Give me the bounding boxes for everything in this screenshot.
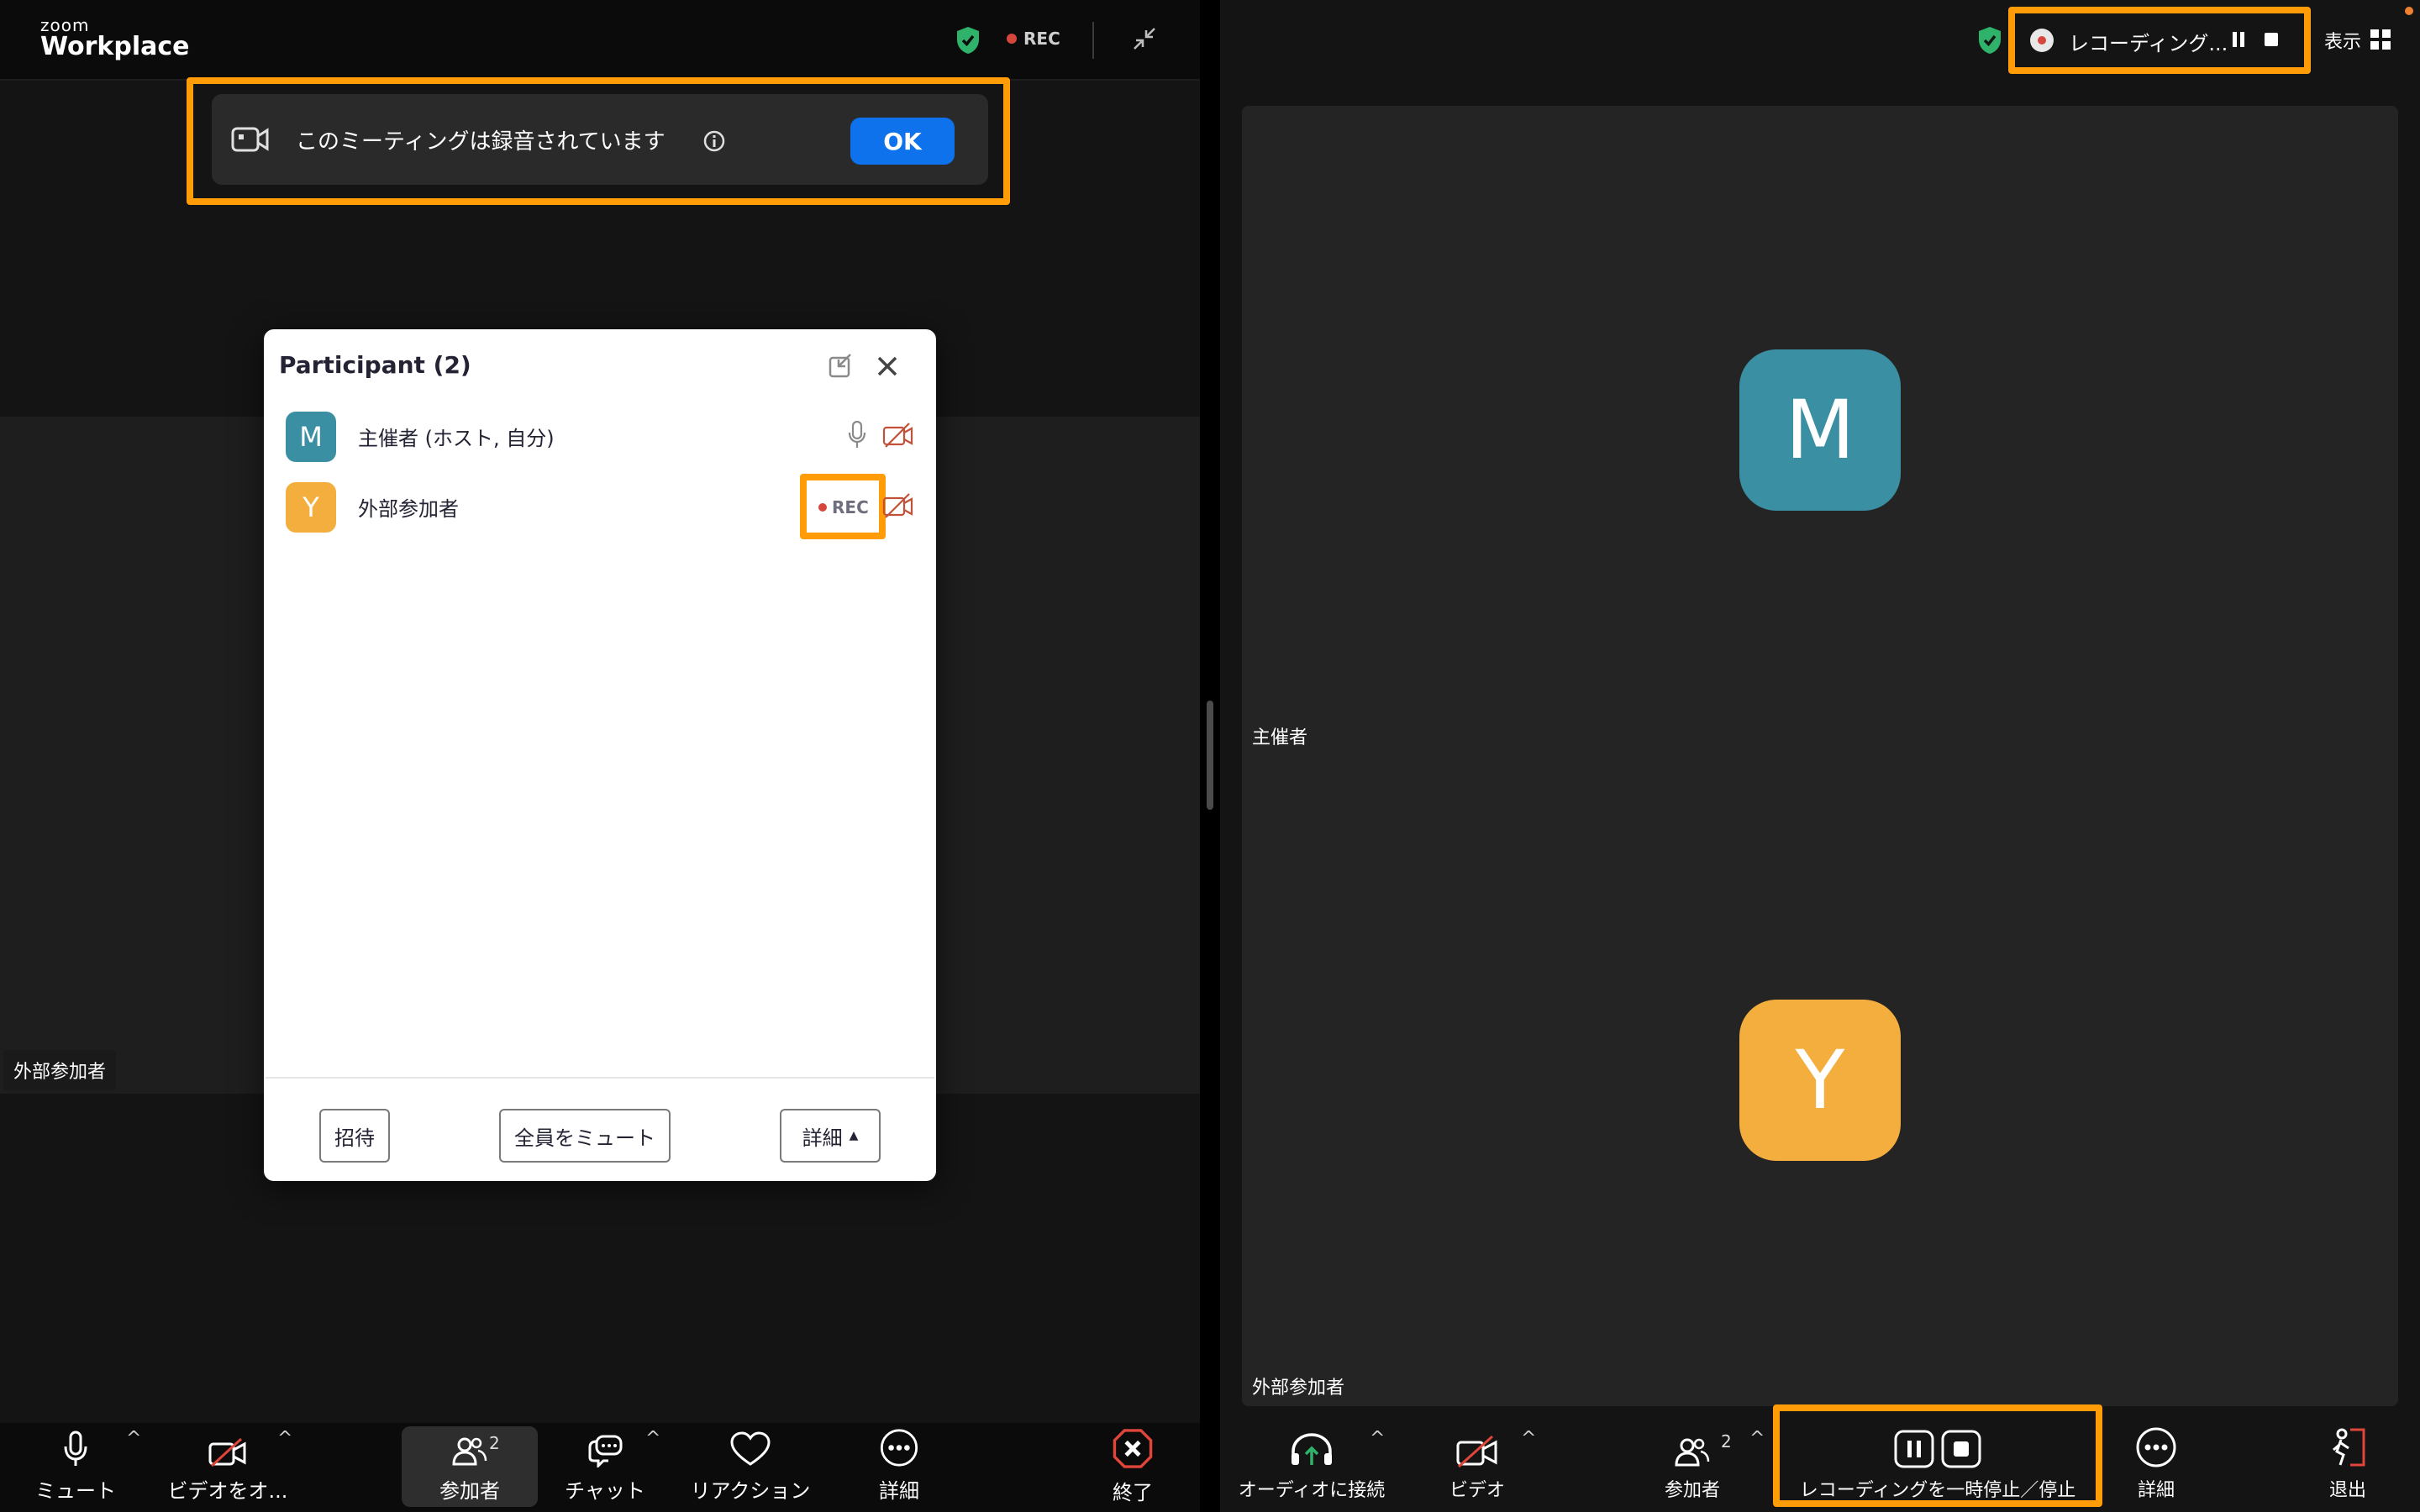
guest-avatar: Y bbox=[1739, 1000, 1901, 1161]
pause-icon bbox=[1894, 1430, 1934, 1468]
grid-view-icon[interactable] bbox=[2370, 29, 2391, 50]
mute-label: ミュート bbox=[35, 1479, 116, 1503]
audio-options-caret-icon[interactable]: ^ bbox=[126, 1428, 141, 1449]
more-button[interactable]: 詳細 bbox=[2116, 1420, 2196, 1502]
participant-name-guest: 外部参加者 bbox=[358, 497, 459, 521]
microphone-icon bbox=[64, 1431, 87, 1466]
recording-status-icon bbox=[2028, 27, 2055, 54]
participants-button[interactable]: 参加者 bbox=[402, 1428, 538, 1504]
pause-stop-recording-button[interactable]: レコーディングを一時停止／停止 bbox=[1790, 1420, 2086, 1502]
pause-recording-icon[interactable] bbox=[2230, 30, 2247, 49]
more-icon bbox=[2136, 1427, 2176, 1467]
audio-options-caret-icon[interactable]: ^ bbox=[1370, 1428, 1385, 1449]
participants-panel-title: Participant (2) bbox=[279, 351, 471, 379]
guest-name-tag: 外部参加者 bbox=[1252, 1378, 1345, 1399]
panel-footer-divider bbox=[266, 1077, 934, 1079]
participants-icon bbox=[452, 1437, 487, 1466]
participant-name-host: 主催者 (ホスト, 自分) bbox=[358, 427, 555, 450]
chat-options-caret-icon[interactable]: ^ bbox=[645, 1428, 660, 1449]
invite-button[interactable]: 招待 bbox=[319, 1109, 390, 1163]
pause-stop-recording-label: レコーディングを一時停止／停止 bbox=[1799, 1480, 2076, 1501]
participants-count-badge: 2 bbox=[489, 1433, 500, 1453]
end-label: 終了 bbox=[1113, 1481, 1153, 1504]
encryption-shield-icon[interactable] bbox=[1976, 25, 2003, 55]
ok-button[interactable]: OK bbox=[850, 118, 955, 165]
mute-button[interactable]: ミュート bbox=[34, 1428, 118, 1504]
participants-count-badge: 2 bbox=[1721, 1431, 1732, 1452]
reactions-label: リアクション bbox=[690, 1479, 811, 1503]
recording-status-label: レコーディング... bbox=[2069, 32, 2228, 55]
video-options-caret-icon[interactable]: ^ bbox=[277, 1428, 292, 1449]
video-off-icon[interactable] bbox=[882, 422, 914, 449]
rec-label: REC bbox=[1023, 29, 1060, 49]
rec-dot-icon bbox=[818, 503, 827, 512]
end-meeting-icon bbox=[1113, 1429, 1153, 1468]
more-options-label: 詳細 bbox=[802, 1126, 843, 1150]
microphone-icon[interactable] bbox=[847, 420, 867, 450]
leave-button[interactable]: 退出 bbox=[2307, 1420, 2388, 1502]
more-label: 詳細 bbox=[879, 1479, 919, 1503]
stop-recording-icon[interactable] bbox=[2262, 30, 2281, 49]
host-avatar: M bbox=[1739, 349, 1901, 511]
participants-label: 参加者 bbox=[1664, 1480, 1720, 1501]
video-label: ビデオ bbox=[1449, 1480, 1505, 1501]
guest-recording-status: REC bbox=[818, 497, 869, 517]
recording-notice-text: このミーティングは録音されています bbox=[296, 129, 666, 155]
video-button[interactable]: ビデオ bbox=[1437, 1420, 1518, 1502]
exit-fullscreen-icon[interactable] bbox=[1131, 25, 1158, 52]
zoom-logo-workplace: Workplace bbox=[40, 32, 190, 61]
participants-panel bbox=[264, 329, 936, 1181]
guest-rec-label: REC bbox=[832, 497, 869, 517]
close-panel-icon[interactable] bbox=[874, 353, 901, 380]
caret-up-icon: ▲ bbox=[849, 1129, 859, 1142]
video-off-icon bbox=[208, 1437, 246, 1467]
end-meeting-button[interactable]: 終了 bbox=[1092, 1428, 1173, 1505]
video-name-tag: 外部参加者 bbox=[3, 1050, 117, 1090]
leave-icon bbox=[2333, 1428, 2365, 1467]
encryption-shield-icon[interactable] bbox=[955, 25, 981, 55]
participants-label: 参加者 bbox=[439, 1479, 500, 1503]
start-video-button[interactable]: ビデオをオ... bbox=[165, 1428, 291, 1504]
participant-avatar-host: M bbox=[286, 412, 336, 462]
chat-button[interactable]: チャット bbox=[555, 1428, 655, 1504]
more-label: 詳細 bbox=[2137, 1480, 2175, 1501]
heart-icon bbox=[730, 1431, 771, 1466]
reactions-button[interactable]: リアクション bbox=[682, 1428, 818, 1504]
more-icon bbox=[880, 1429, 918, 1467]
recording-indicator[interactable]: REC bbox=[1007, 29, 1060, 49]
video-off-icon bbox=[1456, 1435, 1497, 1468]
rec-dot-icon bbox=[1007, 34, 1017, 44]
video-gallery bbox=[1242, 106, 2398, 1406]
split-resize-handle[interactable] bbox=[1207, 701, 1213, 810]
chat-label: チャット bbox=[565, 1479, 645, 1503]
chat-icon bbox=[588, 1435, 623, 1467]
start-video-label: ビデオをオ... bbox=[167, 1479, 288, 1503]
join-audio-button[interactable]: オーディオに接続 bbox=[1232, 1420, 1392, 1502]
participants-icon bbox=[1675, 1438, 1710, 1467]
view-label[interactable]: 表示 bbox=[2324, 27, 2361, 54]
more-options-button[interactable]: 詳細 ▲ bbox=[780, 1109, 881, 1163]
video-off-icon[interactable] bbox=[882, 492, 914, 519]
mute-all-button[interactable]: 全員をミュート bbox=[499, 1109, 671, 1163]
notification-dot bbox=[2405, 7, 2413, 15]
headphones-icon bbox=[1292, 1433, 1332, 1465]
stop-icon bbox=[1941, 1430, 1981, 1468]
participant-avatar-guest: Y bbox=[286, 482, 336, 533]
title-bar-divider bbox=[1092, 22, 1094, 59]
join-audio-label: オーディオに接続 bbox=[1238, 1480, 1386, 1501]
recording-camera-icon bbox=[230, 124, 271, 155]
host-name-tag: 主催者 bbox=[1252, 727, 1308, 748]
pop-out-icon[interactable] bbox=[827, 353, 854, 380]
more-button[interactable]: 詳細 bbox=[857, 1428, 941, 1504]
leave-label: 退出 bbox=[2328, 1480, 2366, 1501]
recording-controls-icons bbox=[1894, 1430, 1981, 1468]
info-icon[interactable] bbox=[702, 129, 726, 153]
video-options-caret-icon[interactable]: ^ bbox=[1521, 1428, 1536, 1449]
participants-options-caret-icon[interactable]: ^ bbox=[1749, 1428, 1765, 1449]
